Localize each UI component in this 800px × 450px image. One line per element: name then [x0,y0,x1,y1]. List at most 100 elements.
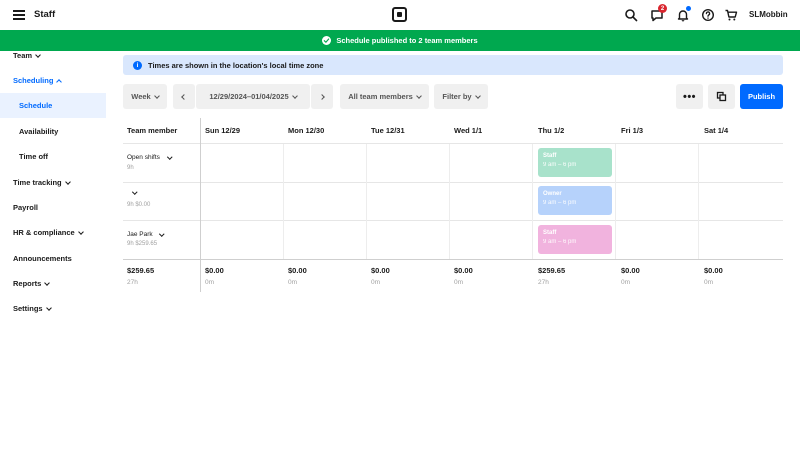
filter-button[interactable]: Filter by [434,84,488,109]
grid-divider [283,144,284,259]
view-select-label: Week [131,92,151,101]
menu-icon[interactable] [13,10,25,20]
date-range-picker[interactable]: 12/29/2024–01/04/2025 [196,84,310,109]
row-unnamed-member[interactable] [127,189,138,195]
sidebar-item-label: Schedule [19,101,53,110]
next-week-button[interactable] [311,84,333,109]
sidebar-item-payroll[interactable]: Payroll [0,195,106,220]
publish-button[interactable]: Publish [740,84,783,109]
sidebar-item-label: Settings [13,304,43,313]
row-meta: 9h $0.00 [127,202,151,208]
sidebar-item-hr-compliance[interactable]: HR & compliance [0,220,106,245]
team-members-select[interactable]: All team members [340,84,429,109]
day-total-amount: $0.00 [704,266,723,275]
grid-divider [615,144,616,259]
grid-divider [366,144,367,259]
day-total-amount: $0.00 [371,266,390,275]
row-label: Open shifts [127,154,160,161]
sidebar-item-time-tracking[interactable]: Time tracking [0,170,106,195]
app-title: Staff [34,9,56,20]
grid-divider [200,118,201,292]
chevron-down-icon [158,231,164,236]
grid-divider [449,144,450,259]
row-meta: 9h [127,165,134,171]
chevron-down-icon [132,189,138,195]
sidebar-item-label: Time off [19,152,49,161]
day-header: Fri 1/3 [621,126,644,135]
filter-label: Filter by [442,92,472,101]
more-options-button[interactable]: ••• [676,84,703,109]
sidebar-item-label: Team [13,51,33,60]
chevron-down-icon [291,92,298,99]
chevron-down-icon [35,51,41,58]
sidebar-item-label: Availability [19,127,59,136]
day-total-amount: $0.00 [621,266,640,275]
day-header: Tue 12/31 [371,126,405,135]
chevron-down-icon [44,279,51,286]
sidebar-item-schedule[interactable]: Schedule [0,93,106,118]
sidebar: Team Scheduling Schedule Availability Ti… [0,51,106,450]
shift-role: Staff [543,153,557,159]
day-total-hours: 0m [371,279,381,286]
sidebar-item-label: Payroll [13,203,39,212]
check-circle-icon [322,36,332,45]
chevron-down-icon [167,154,173,159]
sidebar-item-label: Scheduling [13,76,54,85]
day-header: Sat 1/4 [704,126,729,135]
sidebar-item-time-off[interactable]: Time off [0,144,106,169]
shift-role: Owner [543,191,562,197]
grid-divider [123,143,783,144]
sidebar-item-announcements[interactable]: Announcements [0,246,106,271]
day-total-amount: $0.00 [288,266,307,275]
row-open-shifts[interactable]: Open shifts [127,154,173,161]
timezone-info-banner: i Times are shown in the location's loca… [123,55,783,75]
sidebar-item-label: HR & compliance [13,228,75,237]
team-member-column-header: Team member [127,126,178,135]
unread-dot [686,6,691,11]
chevron-down-icon [153,92,160,99]
day-header: Mon 12/30 [288,126,325,135]
square-logo-icon[interactable] [392,7,407,22]
search-icon[interactable] [624,8,638,22]
chevron-left-icon [181,93,187,100]
chevron-down-icon [474,92,481,99]
help-icon[interactable] [701,8,715,22]
view-select[interactable]: Week [123,84,167,109]
user-account-menu[interactable]: SLMobbin [749,10,788,19]
grid-divider [123,220,783,221]
previous-week-button[interactable] [173,84,195,109]
shift-role: Staff [543,230,557,236]
cart-icon[interactable] [724,8,738,22]
day-total-amount: $259.65 [538,266,566,275]
grid-divider [532,144,533,259]
info-icon: i [133,60,142,70]
copy-icon [716,91,727,102]
day-total-hours: 0m [704,279,714,286]
sidebar-item-reports[interactable]: Reports [0,271,106,296]
day-total-hours: 0m [205,279,215,286]
day-header: Wed 1/1 [454,126,483,135]
chevron-up-icon [56,78,63,85]
chevron-down-icon [415,92,422,99]
sidebar-item-scheduling[interactable]: Scheduling [0,68,106,93]
sidebar-item-label: Reports [13,279,42,288]
row-jae-park[interactable]: Jae Park [127,231,164,238]
day-header: Sun 12/29 [205,126,241,135]
shift-card[interactable]: Owner 9 am – 6 pm [538,186,612,215]
row-meta: 9h $259.65 [127,241,158,247]
copy-schedule-button[interactable] [708,84,735,109]
success-message: Schedule published to 2 team members [336,36,478,45]
day-header: Thu 1/2 [538,126,565,135]
total-hours: 27h [127,279,138,286]
sidebar-item-settings[interactable]: Settings [0,296,106,321]
grid-divider [123,182,783,183]
top-bar: Staff 2 SLMobbin [0,0,800,30]
date-range-label: 12/29/2024–01/04/2025 [209,92,289,101]
day-total-hours: 0m [288,279,298,286]
shift-card[interactable]: Staff 9 am – 6 pm [538,148,612,177]
shift-time: 9 am – 6 pm [543,200,577,206]
sidebar-item-team[interactable]: Team [0,43,106,68]
shift-card[interactable]: Staff 9 am – 6 pm [538,225,612,254]
sidebar-item-label: Time tracking [13,178,62,187]
sidebar-item-availability[interactable]: Availability [0,119,106,144]
